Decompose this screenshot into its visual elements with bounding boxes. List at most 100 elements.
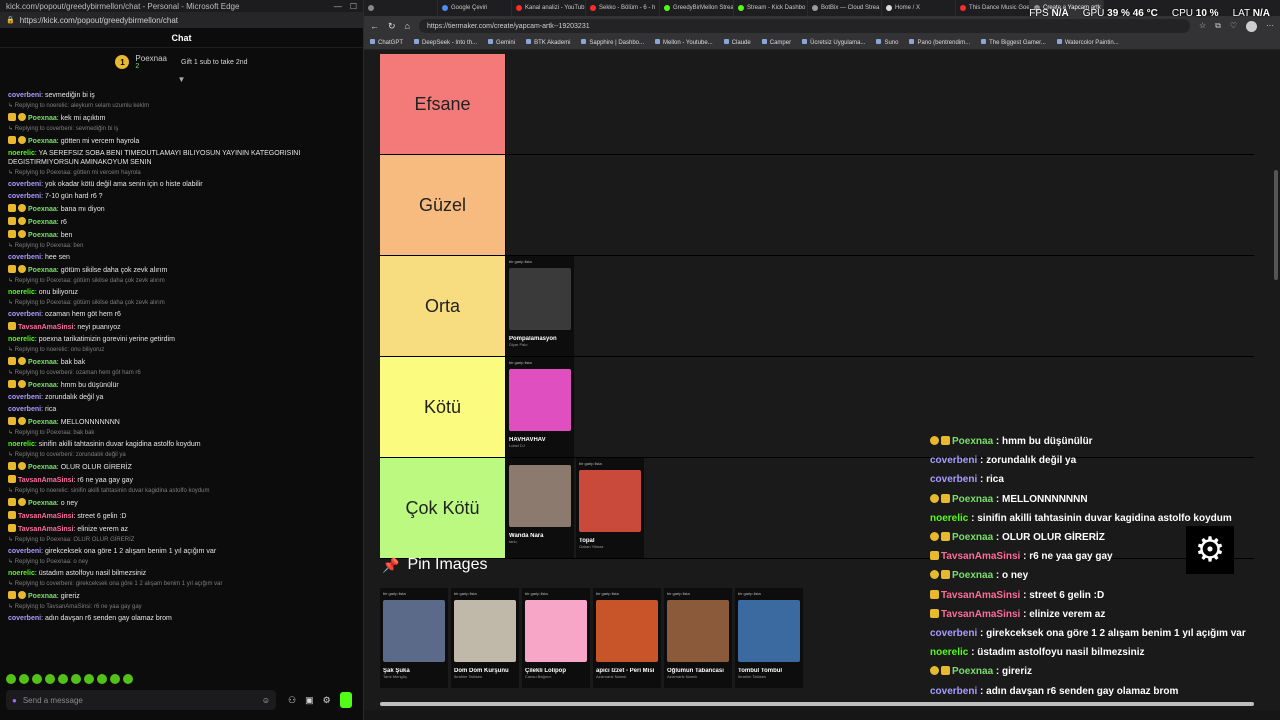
username[interactable]: Poexnaa xyxy=(28,138,57,145)
tier-drop-zone[interactable] xyxy=(505,155,1254,255)
username[interactable]: TavsanAmaSinsi xyxy=(18,513,74,520)
browser-tab[interactable]: Sekko - Bölüm - 6 - h xyxy=(586,0,660,16)
username[interactable]: TavsanAmaSinsi xyxy=(18,324,74,331)
song-card[interactable]: bir garip lista Tombul Tombul İbrahim Tatl… xyxy=(735,588,803,688)
browser-tab[interactable] xyxy=(364,0,438,16)
tier-drop-zone[interactable] xyxy=(505,54,1254,154)
chat-message[interactable]: Replying to Poexnaa: o ney noerelic: üsta… xyxy=(8,559,356,578)
username[interactable]: Poexnaa xyxy=(28,593,57,600)
address-bar[interactable]: https://tiermaker.com/create/yapcam-artk… xyxy=(418,19,1190,33)
chat-message[interactable]: Replying to coverbeni: ozaman hem göt ha… xyxy=(8,370,356,390)
chat-message[interactable]: Poexnaa: ben xyxy=(8,230,356,240)
emoji-icon[interactable]: ☺ xyxy=(262,696,270,705)
chat-message[interactable]: Replying to Poexnaa: ben coverbeni: hee s… xyxy=(8,243,356,262)
username[interactable]: Poexnaa xyxy=(28,219,57,226)
bookmark-item[interactable]: Ücretsiz Uygulama... xyxy=(802,39,865,46)
username[interactable]: Poexnaa xyxy=(28,206,57,213)
username[interactable]: coverbeni xyxy=(8,311,41,318)
chat-message[interactable]: coverbeni: zorundalık değil ya xyxy=(8,393,356,402)
vertical-scrollbar[interactable] xyxy=(1274,170,1278,280)
chat-input[interactable]: ● Send a message ☺ xyxy=(6,690,276,710)
song-card[interactable]: bir garip lista Topal Ozkan Yilmaz xyxy=(576,458,644,558)
song-card[interactable]: bir garip lista HAVHAVHAV Lobst DJ xyxy=(506,357,574,457)
bookmark-item[interactable]: DeepSeek - Into th... xyxy=(414,39,477,46)
username[interactable]: TavsanAmaSinsi xyxy=(18,477,74,484)
username[interactable]: coverbeni xyxy=(8,406,41,413)
emote-icon[interactable] xyxy=(71,674,81,684)
chat-message[interactable]: Poexnaa: MELLONNNNNNN xyxy=(8,417,356,427)
minimize-icon[interactable]: — xyxy=(334,2,342,11)
song-card[interactable]: bir garip lista Çilekli Lolipop Cansu Bağı… xyxy=(522,588,590,688)
chevron-down-icon[interactable]: ▼ xyxy=(0,76,363,84)
chat-message[interactable]: coverbeni: sevmediğin bi iş xyxy=(8,91,356,100)
bookmark-item[interactable]: BTK Akademi xyxy=(526,39,570,46)
song-card[interactable]: bir garip lista Pompalamasyon Diyar Palo xyxy=(506,256,574,356)
emote-icon[interactable] xyxy=(84,674,94,684)
reload-icon[interactable]: ↻ xyxy=(388,21,396,32)
browser-tab[interactable]: This Dance Music Goe xyxy=(956,0,1030,16)
extensions-icon[interactable]: ⧉ xyxy=(1215,21,1221,32)
tier-label[interactable]: Kötü xyxy=(380,357,505,457)
username[interactable]: Poexnaa xyxy=(28,232,57,239)
username[interactable]: noerelic xyxy=(8,150,35,157)
browser-tab[interactable]: Stream - Kick Dashbo xyxy=(734,0,808,16)
gear-icon[interactable]: ⚙ xyxy=(323,695,331,706)
emote-icon[interactable] xyxy=(97,674,107,684)
chat-message[interactable]: TavsanAmaSinsi: street 6 gelin :D xyxy=(8,511,356,521)
chat-message[interactable]: TavsanAmaSinsi: elinize verem az xyxy=(8,524,356,534)
gear-icon[interactable]: ⚙ xyxy=(1186,526,1234,574)
chat-message[interactable]: Replying to coverbeni: sevmediğin bi iş P… xyxy=(8,126,356,146)
tier-label[interactable]: Orta xyxy=(380,256,505,356)
chat-message[interactable]: Poexnaa: r6 xyxy=(8,217,356,227)
chat-message[interactable]: Replying to noerelic: sinifin akilli tah… xyxy=(8,488,356,508)
tier-label[interactable]: Çok Kötü xyxy=(380,458,505,558)
emote-icon[interactable] xyxy=(19,674,29,684)
username[interactable]: coverbeni xyxy=(8,254,41,261)
emote-icon[interactable] xyxy=(110,674,120,684)
emote-bar[interactable] xyxy=(0,672,364,686)
username[interactable]: Poexnaa xyxy=(28,464,57,471)
username[interactable]: coverbeni xyxy=(8,193,41,200)
gift-sub-prompt[interactable]: Gift 1 sub to take 2nd xyxy=(181,59,248,66)
chat-message[interactable]: Replying to Poexnaa: götüm sikilse daha … xyxy=(8,300,356,319)
avatar[interactable] xyxy=(1246,20,1257,32)
username[interactable]: noerelic xyxy=(8,570,35,577)
chat-message[interactable]: Replying to coverbeni: girekceksek ona g… xyxy=(8,581,356,601)
chat-message[interactable]: Replying to noerelic: aleykum selam uzum… xyxy=(8,103,356,123)
username[interactable]: noerelic xyxy=(8,289,35,296)
username[interactable]: Poexnaa xyxy=(28,419,57,426)
bookmark-item[interactable]: Sapphire | Dashbo... xyxy=(581,39,644,46)
chat-message[interactable]: Replying to noerelic: onu biliyoruz Poexn… xyxy=(8,347,356,367)
song-card[interactable]: Wanda Nara tarlu xyxy=(506,458,574,558)
chat-message[interactable]: TavsanAmaSinsi: neyi puanıyoz xyxy=(8,322,356,332)
username[interactable]: coverbeni xyxy=(8,92,41,99)
chat-message-list[interactable]: coverbeni: sevmediğin bi iş Replying to n… xyxy=(0,88,364,670)
more-icon[interactable]: ⋯ xyxy=(1266,21,1274,32)
chat-message[interactable]: Poexnaa: bana mı diyon xyxy=(8,204,356,214)
song-card[interactable]: bir garip lista Dom Dom Kurşunu İbrahim Ta… xyxy=(451,588,519,688)
users-icon[interactable]: ⚇ xyxy=(288,695,296,706)
chat-message[interactable]: noerelic: poexna tarikatimizin gorevini … xyxy=(8,335,356,344)
pinned-gifter-banner[interactable]: 1 Poexnaa 2 Gift 1 sub to take 2nd xyxy=(0,48,363,76)
bookmark-item[interactable]: The Biggest Gamer... xyxy=(981,39,1046,46)
username[interactable]: coverbeni xyxy=(8,394,41,401)
bookmark-item[interactable]: Mellon - Youtube... xyxy=(655,39,713,46)
emote-icon[interactable] xyxy=(6,674,16,684)
chat-message[interactable]: Replying to Poexnaa: OLUR OLUR GİRERİZ co… xyxy=(8,537,356,556)
emote-icon[interactable] xyxy=(45,674,55,684)
emote-icon[interactable] xyxy=(123,674,133,684)
username[interactable]: Poexnaa xyxy=(28,359,57,366)
bookmark-item[interactable]: Gemini xyxy=(488,39,515,46)
bookmark-item[interactable]: Camper xyxy=(762,39,791,46)
tier-drop-zone[interactable]: bir garip lista Pompalamasyon Diyar Palo xyxy=(505,256,1254,356)
song-card[interactable]: bir garip lista Oğlumun Tabancası Azizmarı… xyxy=(664,588,732,688)
song-card[interactable]: bir garip lista Şak Şuka Tarık Mengüç xyxy=(380,588,448,688)
horizontal-scrollbar[interactable] xyxy=(380,702,1254,706)
username[interactable]: TavsanAmaSinsi xyxy=(18,526,74,533)
username[interactable]: Poexnaa xyxy=(28,382,57,389)
send-button[interactable] xyxy=(339,692,352,708)
browser-tab[interactable]: GreedyBirMellon Strea xyxy=(660,0,734,16)
bookmark-item[interactable]: Claude xyxy=(724,39,751,46)
chat-message[interactable]: Replying to Poexnaa: götten mi vercem ha… xyxy=(8,170,356,189)
browser-tab[interactable]: Home / X xyxy=(882,0,956,16)
